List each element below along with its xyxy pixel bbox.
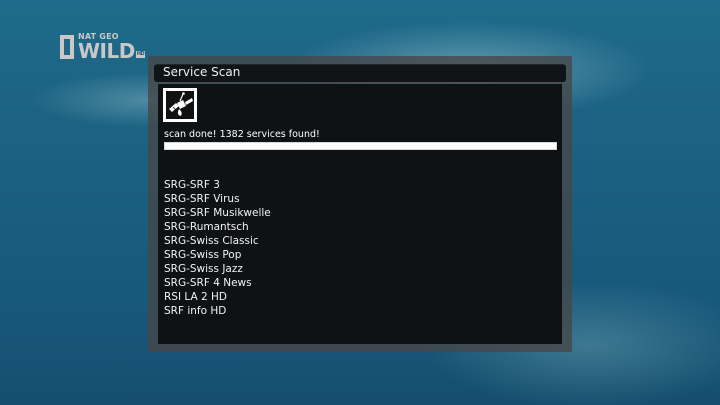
service-list-item[interactable]: SRG-Swiss Classic	[164, 234, 271, 248]
logo-wild-text: WILD	[78, 39, 135, 63]
service-list-item[interactable]: SRG-Rumantsch	[164, 220, 271, 234]
service-list-item[interactable]: SRG-Swiss Jazz	[164, 262, 271, 276]
service-scan-window: Service Scan scan done! 1382 services fo	[148, 56, 572, 352]
found-services-list[interactable]: SRG-SRF 3 SRG-SRF Virus SRG-SRF Musikwelle…	[164, 178, 271, 318]
service-list-item[interactable]: RSI LA 2 HD	[164, 290, 271, 304]
service-list-item[interactable]: SRG-SRF Virus	[164, 192, 271, 206]
logo-text: NAT GEO WILD HD	[78, 33, 146, 63]
yellow-frame-icon	[60, 35, 74, 59]
service-list-item[interactable]: SRF info HD	[164, 304, 271, 318]
service-list-item[interactable]: SRG-SRF 4 News	[164, 276, 271, 290]
logo-big-text: WILD HD	[78, 39, 146, 63]
scan-status-text: scan done! 1382 services found!	[164, 129, 320, 140]
service-list-item[interactable]: SRG-SRF Musikwelle	[164, 206, 271, 220]
channel-logo: NAT GEO WILD HD	[60, 32, 146, 63]
scan-content-panel: scan done! 1382 services found! SRG-SRF …	[158, 84, 562, 344]
window-title: Service Scan	[163, 65, 241, 79]
logo-hd-badge: HD	[135, 51, 146, 58]
scan-progress-fill	[165, 143, 556, 149]
satellite-icon	[163, 88, 197, 122]
service-list-item[interactable]: SRG-SRF 3	[164, 178, 271, 192]
window-title-bar: Service Scan	[154, 64, 566, 82]
service-list-item[interactable]: SRG-Swiss Pop	[164, 248, 271, 262]
scan-progress-bar	[164, 142, 557, 150]
